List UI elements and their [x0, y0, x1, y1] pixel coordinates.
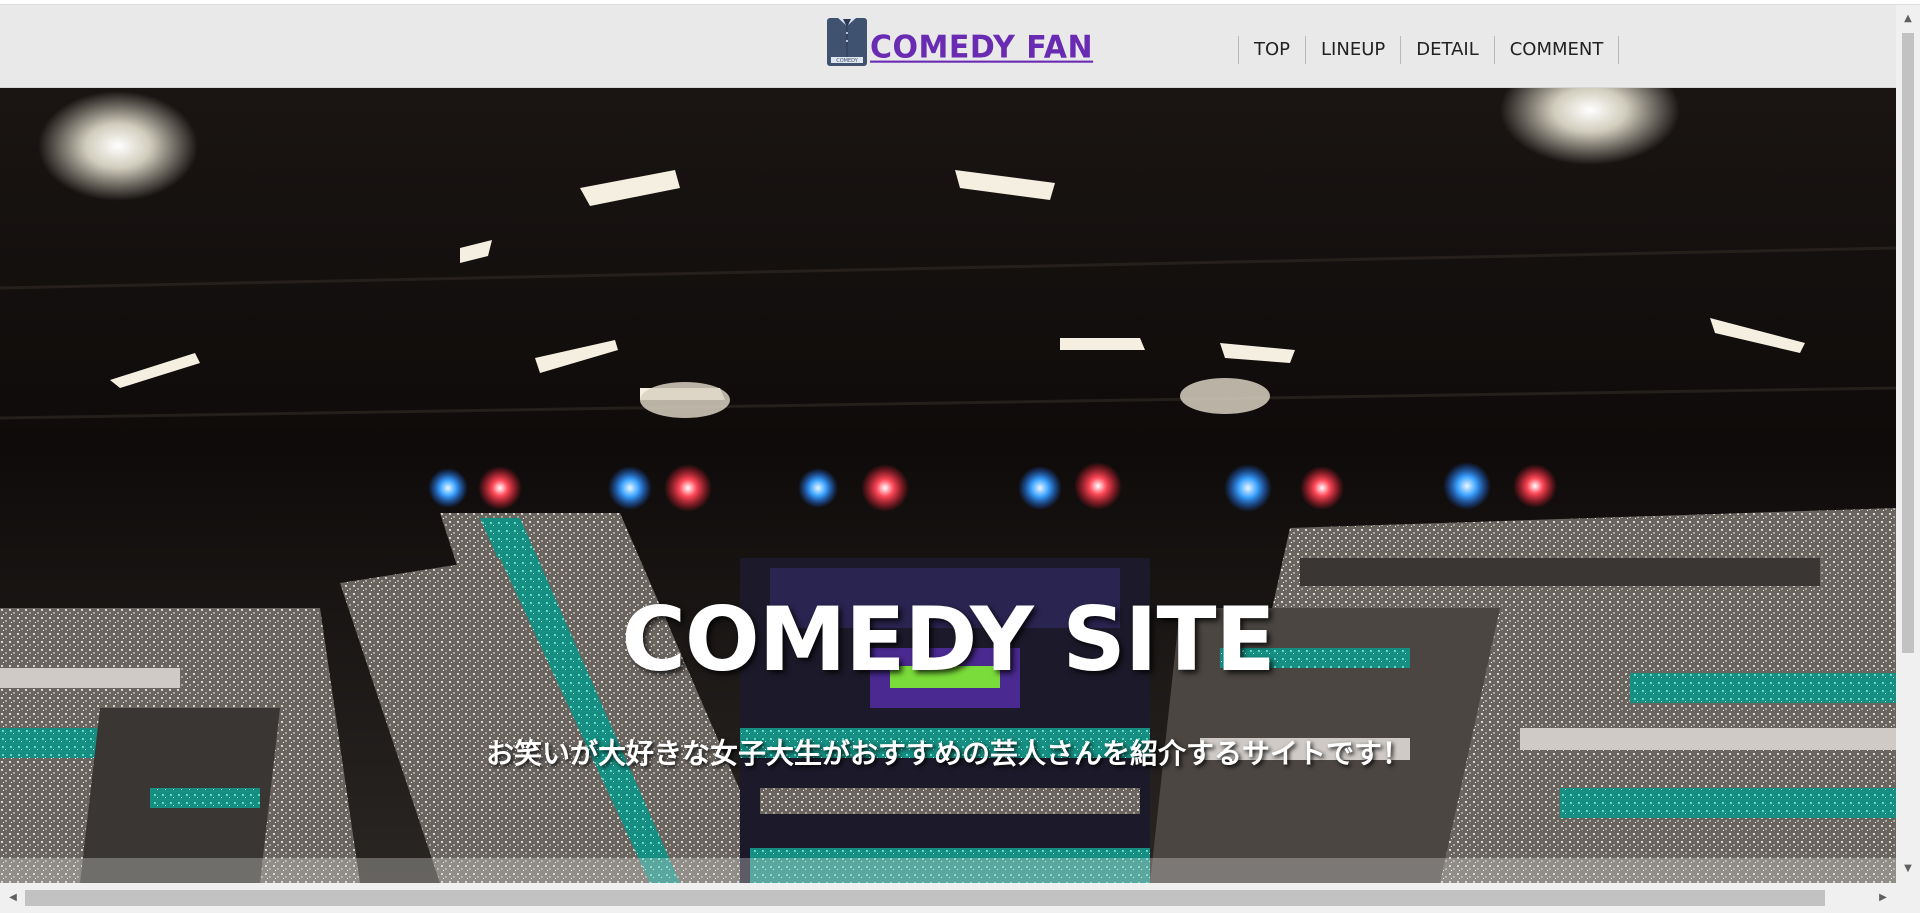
horizontal-scrollbar[interactable]: ◀ ▶ — [0, 883, 1896, 913]
hero-section: COMEDY SITE お笑いが大好きな女子大生がおすすめの芸人さんを紹介するサ… — [0, 88, 1896, 883]
scroll-up-arrow-icon[interactable]: ▲ — [1896, 9, 1920, 29]
scrollbar-corner — [1896, 883, 1920, 913]
hero-title: COMEDY SITE — [621, 588, 1275, 691]
nav-item-comment[interactable]: COMMENT — [1495, 36, 1620, 64]
scroll-left-arrow-icon[interactable]: ◀ — [2, 883, 24, 913]
site-logo-link[interactable]: COMEDY COMEDY FAN — [826, 15, 1093, 67]
page-viewport: COMEDY COMEDY FAN TOP LINEUP DETAIL COMM… — [0, 0, 1896, 883]
site-header: COMEDY COMEDY FAN TOP LINEUP DETAIL COMM… — [0, 5, 1896, 88]
nav-item-top[interactable]: TOP — [1239, 36, 1307, 64]
shirt-icon: COMEDY — [827, 18, 867, 66]
main-nav: TOP LINEUP DETAIL COMMENT — [1238, 36, 1620, 64]
vertical-scroll-thumb[interactable] — [1902, 33, 1914, 653]
nav-item-detail[interactable]: DETAIL — [1401, 36, 1495, 64]
vertical-scrollbar[interactable]: ▲ ▼ — [1896, 5, 1920, 883]
horizontal-scroll-thumb[interactable] — [25, 890, 1825, 906]
nav-item-lineup[interactable]: LINEUP — [1306, 36, 1402, 64]
site-logo-text: COMEDY FAN — [870, 29, 1094, 66]
scroll-down-arrow-icon[interactable]: ▼ — [1896, 859, 1920, 879]
shirt-icon-label: COMEDY — [836, 58, 858, 64]
scroll-right-arrow-icon[interactable]: ▶ — [1872, 883, 1894, 913]
hero-subtitle: お笑いが大好きな女子大生がおすすめの芸人さんを紹介するサイトです！ — [485, 737, 1410, 770]
